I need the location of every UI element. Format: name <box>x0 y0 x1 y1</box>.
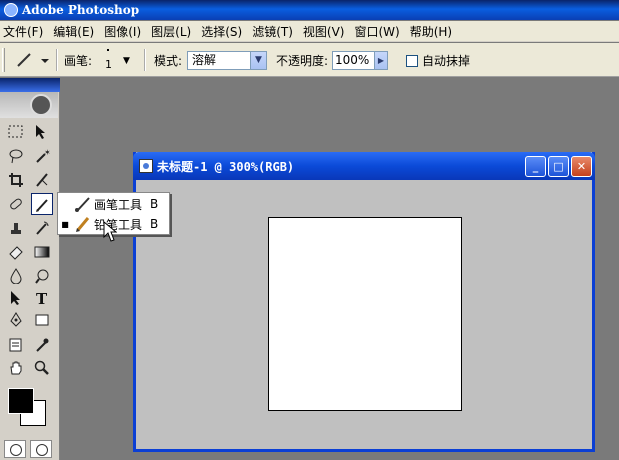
auto-erase-checkbox[interactable]: 自动抹掉 <box>406 52 470 69</box>
separator <box>144 49 146 71</box>
brush-tip-preview <box>107 49 109 51</box>
pen-tool-icon[interactable] <box>5 309 27 331</box>
tool-preset-picker[interactable] <box>12 50 50 70</box>
brush-size-value: 1 <box>105 58 112 71</box>
separator <box>56 49 58 71</box>
opacity-value: 100% <box>335 53 370 67</box>
brush-icon <box>72 194 94 214</box>
menu-file[interactable]: 文件(F) <box>0 23 50 40</box>
selected-bullet: ■ <box>61 219 69 229</box>
path-selection-tool-icon[interactable] <box>5 287 27 309</box>
shortcut-key: B <box>150 217 159 231</box>
menu-window[interactable]: 窗口(W) <box>351 23 406 40</box>
magic-wand-tool-icon[interactable]: ✶ <box>31 145 53 167</box>
menu-image[interactable]: 图像(I) <box>101 23 148 40</box>
mouse-cursor-icon <box>103 221 117 242</box>
minimize-button[interactable]: _ <box>525 156 546 177</box>
pencil-icon <box>72 214 94 234</box>
crop-tool-icon[interactable] <box>5 169 27 191</box>
document-workspace <box>136 180 592 449</box>
brush-label: 画笔: <box>64 54 93 68</box>
chevron-down-icon: ▼ <box>123 56 130 66</box>
type-tool-icon[interactable]: T <box>31 287 53 309</box>
chevron-right-icon[interactable]: ▶ <box>374 52 387 69</box>
checkbox-box[interactable] <box>406 54 418 67</box>
lasso-tool-icon[interactable] <box>5 145 27 167</box>
rectangle-tool-icon[interactable] <box>31 309 53 331</box>
dodge-tool-icon[interactable] <box>31 265 53 287</box>
notes-tool-icon[interactable] <box>5 334 27 356</box>
menu-bar: 文件(F) 编辑(E) 图像(I) 图层(L) 选择(S) 滤镜(T) 视图(V… <box>0 21 619 42</box>
history-brush-tool-icon[interactable] <box>31 217 53 239</box>
quick-mask-mode-button[interactable] <box>30 440 52 458</box>
mode-value: 溶解 <box>192 53 217 67</box>
opacity-field[interactable]: 100% ▶ <box>332 51 388 70</box>
app-title-bar: Adobe Photoshop <box>0 0 619 20</box>
marquee-tool-icon[interactable] <box>5 121 27 143</box>
menu-view[interactable]: 视图(V) <box>300 23 352 40</box>
close-button[interactable]: ✕ <box>571 156 592 177</box>
document-title: 未标题-1 @ 300%(RGB) <box>157 159 295 174</box>
slice-tool-icon[interactable] <box>31 169 53 191</box>
blur-tool-icon[interactable] <box>5 265 27 287</box>
zoom-tool-icon[interactable] <box>31 357 53 379</box>
move-tool-icon[interactable] <box>31 121 53 143</box>
svg-text:✶: ✶ <box>44 148 50 157</box>
clone-stamp-tool-icon[interactable] <box>5 217 27 239</box>
document-window: 未标题-1 @ 300%(RGB) _ □ ✕ <box>133 152 595 452</box>
eye-icon <box>30 94 52 116</box>
opacity-label: 不透明度: <box>276 54 329 68</box>
toolbox: ✶ T <box>0 78 60 460</box>
foreground-color-swatch[interactable] <box>8 388 34 414</box>
document-canvas[interactable] <box>268 217 462 411</box>
maximize-button[interactable]: □ <box>548 156 569 177</box>
menu-help[interactable]: 帮助(H) <box>407 23 459 40</box>
gradient-tool-icon[interactable] <box>31 241 53 263</box>
healing-brush-tool-icon[interactable] <box>5 193 27 215</box>
brush-size-picker[interactable]: 1 ▼ <box>101 48 135 72</box>
document-title-bar[interactable]: 未标题-1 @ 300%(RGB) _ □ ✕ <box>133 152 595 180</box>
pencil-icon <box>17 53 49 67</box>
menu-layer[interactable]: 图层(L) <box>148 23 198 40</box>
flyout-item-label: 画笔工具 <box>94 197 143 212</box>
auto-erase-label: 自动抹掉 <box>422 54 471 68</box>
document-icon <box>139 159 153 173</box>
chevron-down-icon[interactable]: ▼ <box>250 52 266 69</box>
mode-select[interactable]: 溶解 ▼ <box>187 51 267 70</box>
edit-mode-buttons <box>4 440 56 458</box>
options-grip[interactable] <box>2 48 5 72</box>
toolbox-title-bar[interactable] <box>0 78 60 92</box>
shortcut-key: B <box>150 197 159 211</box>
app-title: Adobe Photoshop <box>22 3 140 17</box>
photoshop-logo-icon <box>4 3 18 17</box>
pencil-tool-icon[interactable] <box>31 193 53 215</box>
menu-filter[interactable]: 滤镜(T) <box>249 23 300 40</box>
eyedropper-tool-icon[interactable] <box>31 334 53 356</box>
mode-label: 模式: <box>154 54 183 68</box>
flyout-item-brush[interactable]: 画笔工具 B <box>58 194 169 214</box>
options-bar: 画笔: 1 ▼ 模式: 溶解 ▼ 不透明度: 100% ▶ 自动抹掉 <box>0 43 619 77</box>
menu-select[interactable]: 选择(S) <box>198 23 249 40</box>
color-swatches <box>6 384 50 430</box>
hand-tool-icon[interactable] <box>5 357 27 379</box>
eraser-tool-icon[interactable] <box>5 241 27 263</box>
menu-edit[interactable]: 编辑(E) <box>50 23 101 40</box>
svg-text:T: T <box>36 290 48 306</box>
standard-mode-button[interactable] <box>4 440 26 458</box>
toolbox-logo[interactable] <box>0 92 58 118</box>
